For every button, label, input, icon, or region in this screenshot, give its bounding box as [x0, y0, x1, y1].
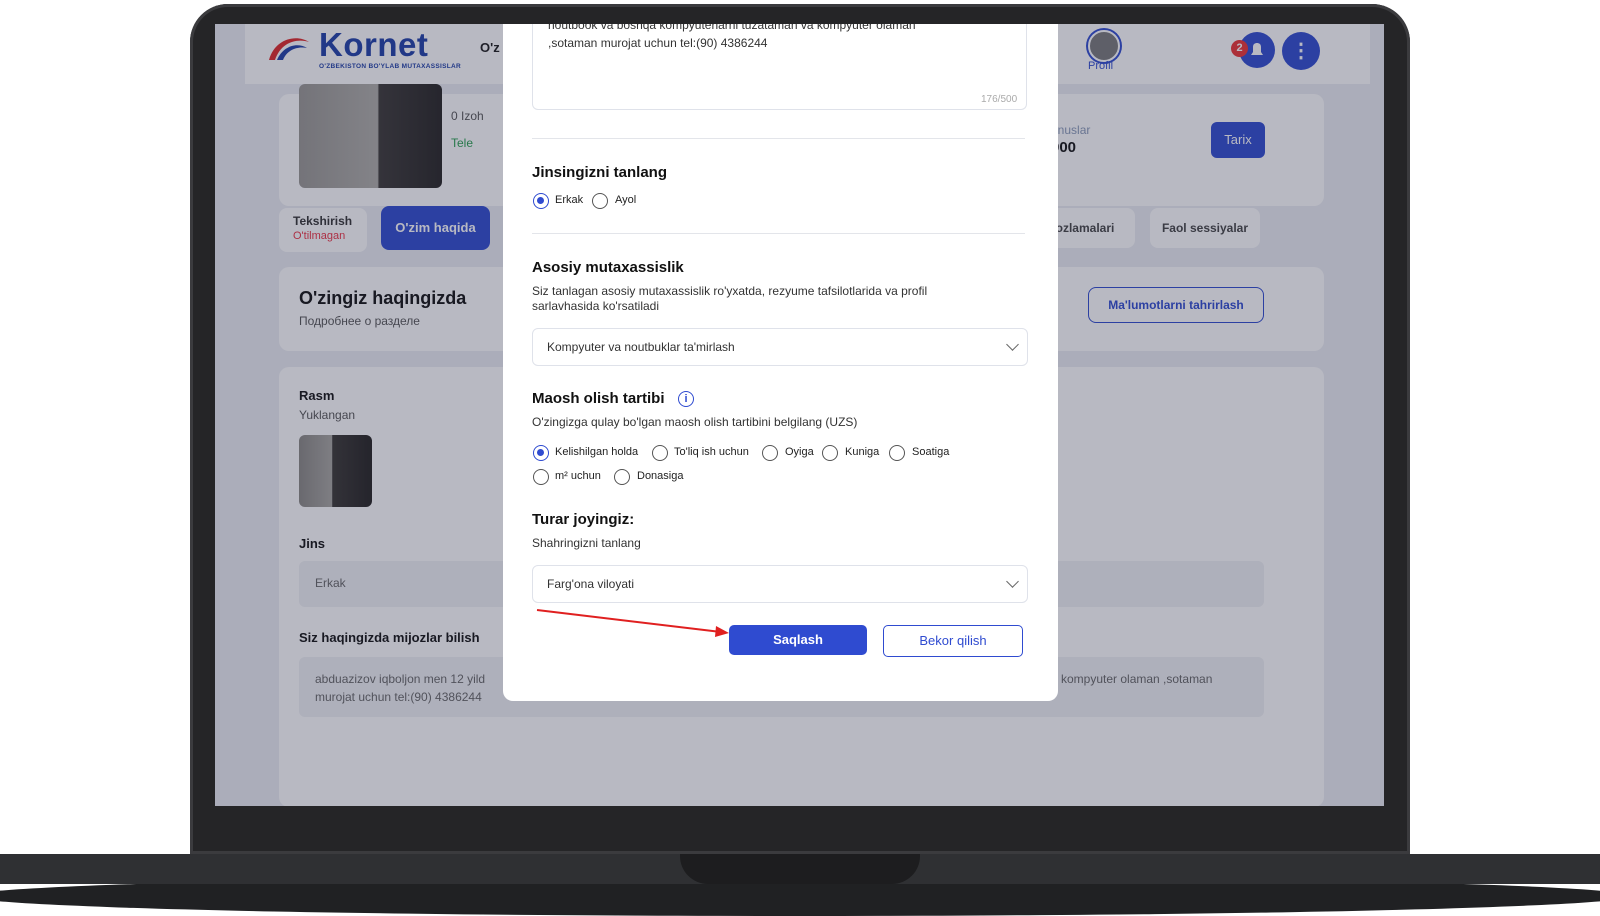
salary-radio-negotiable[interactable] — [533, 445, 549, 461]
salary-description: O'zingizga qulay bo'lgan maosh olish tar… — [532, 415, 858, 429]
textarea-line1: noutbook va boshqa kompyuterlarni tuzata… — [548, 24, 916, 32]
residence-selected-value: Farg'ona viloyati — [547, 577, 634, 591]
textarea-line2: ,sotaman murojat uchun tel:(90) 4386244 — [548, 36, 768, 50]
salary-radio-monthly[interactable] — [762, 445, 778, 461]
salary-label-daily: Kuniga — [845, 446, 880, 458]
specialty-description-line1: Siz tanlagan asosiy mutaxassislik ro'yxa… — [532, 284, 928, 298]
salary-label-per-piece: Donasiga — [637, 470, 684, 482]
textarea-char-counter: 176/500 — [981, 94, 1018, 105]
laptop-notch — [680, 854, 920, 884]
gender-label-female: Ayol — [615, 194, 637, 206]
specialty-selected-value: Kompyuter va noutbuklar ta'mirlash — [547, 340, 735, 354]
specialty-description-line2: sarlavhasida ko'rsatiladi — [532, 299, 660, 313]
modal-divider — [532, 233, 1025, 234]
salary-radio-per-piece[interactable] — [614, 469, 630, 485]
salary-heading: Maosh olish tartibi — [532, 390, 665, 407]
specialty-heading: Asosiy mutaxassislik — [532, 259, 684, 276]
salary-radio-hourly[interactable] — [889, 445, 905, 461]
cancel-button[interactable]: Bekor qilish — [883, 625, 1023, 657]
salary-radio-daily[interactable] — [822, 445, 838, 461]
salary-label-monthly: Oyiga — [785, 446, 814, 458]
residence-description: Shahringizni tanlang — [532, 536, 641, 550]
gender-radio-male[interactable] — [533, 193, 549, 209]
salary-label-hourly: Soatiga — [912, 446, 950, 458]
salary-label-per-sqm: m² uchun — [555, 470, 601, 482]
salary-radio-per-sqm[interactable] — [533, 469, 549, 485]
salary-label-full-job: To'liq ish uchun — [674, 446, 749, 458]
gender-heading: Jinsingizni tanlang — [532, 164, 668, 181]
residence-heading: Turar joyingiz: — [532, 511, 635, 528]
save-button[interactable]: Saqlash — [729, 625, 867, 655]
info-icon[interactable]: i — [678, 391, 694, 407]
gender-label-male: Erkak — [555, 194, 584, 206]
salary-radio-full-job[interactable] — [652, 445, 668, 461]
annotation-arrow-icon — [536, 609, 729, 637]
laptop-screen: Kornet O'ZBEKISTON BO'YLAB MUTAXASSISLAR… — [215, 24, 1384, 806]
salary-label-negotiable: Kelishilgan holda — [555, 446, 639, 458]
modal-divider — [532, 138, 1025, 139]
gender-radio-female[interactable] — [592, 193, 608, 209]
